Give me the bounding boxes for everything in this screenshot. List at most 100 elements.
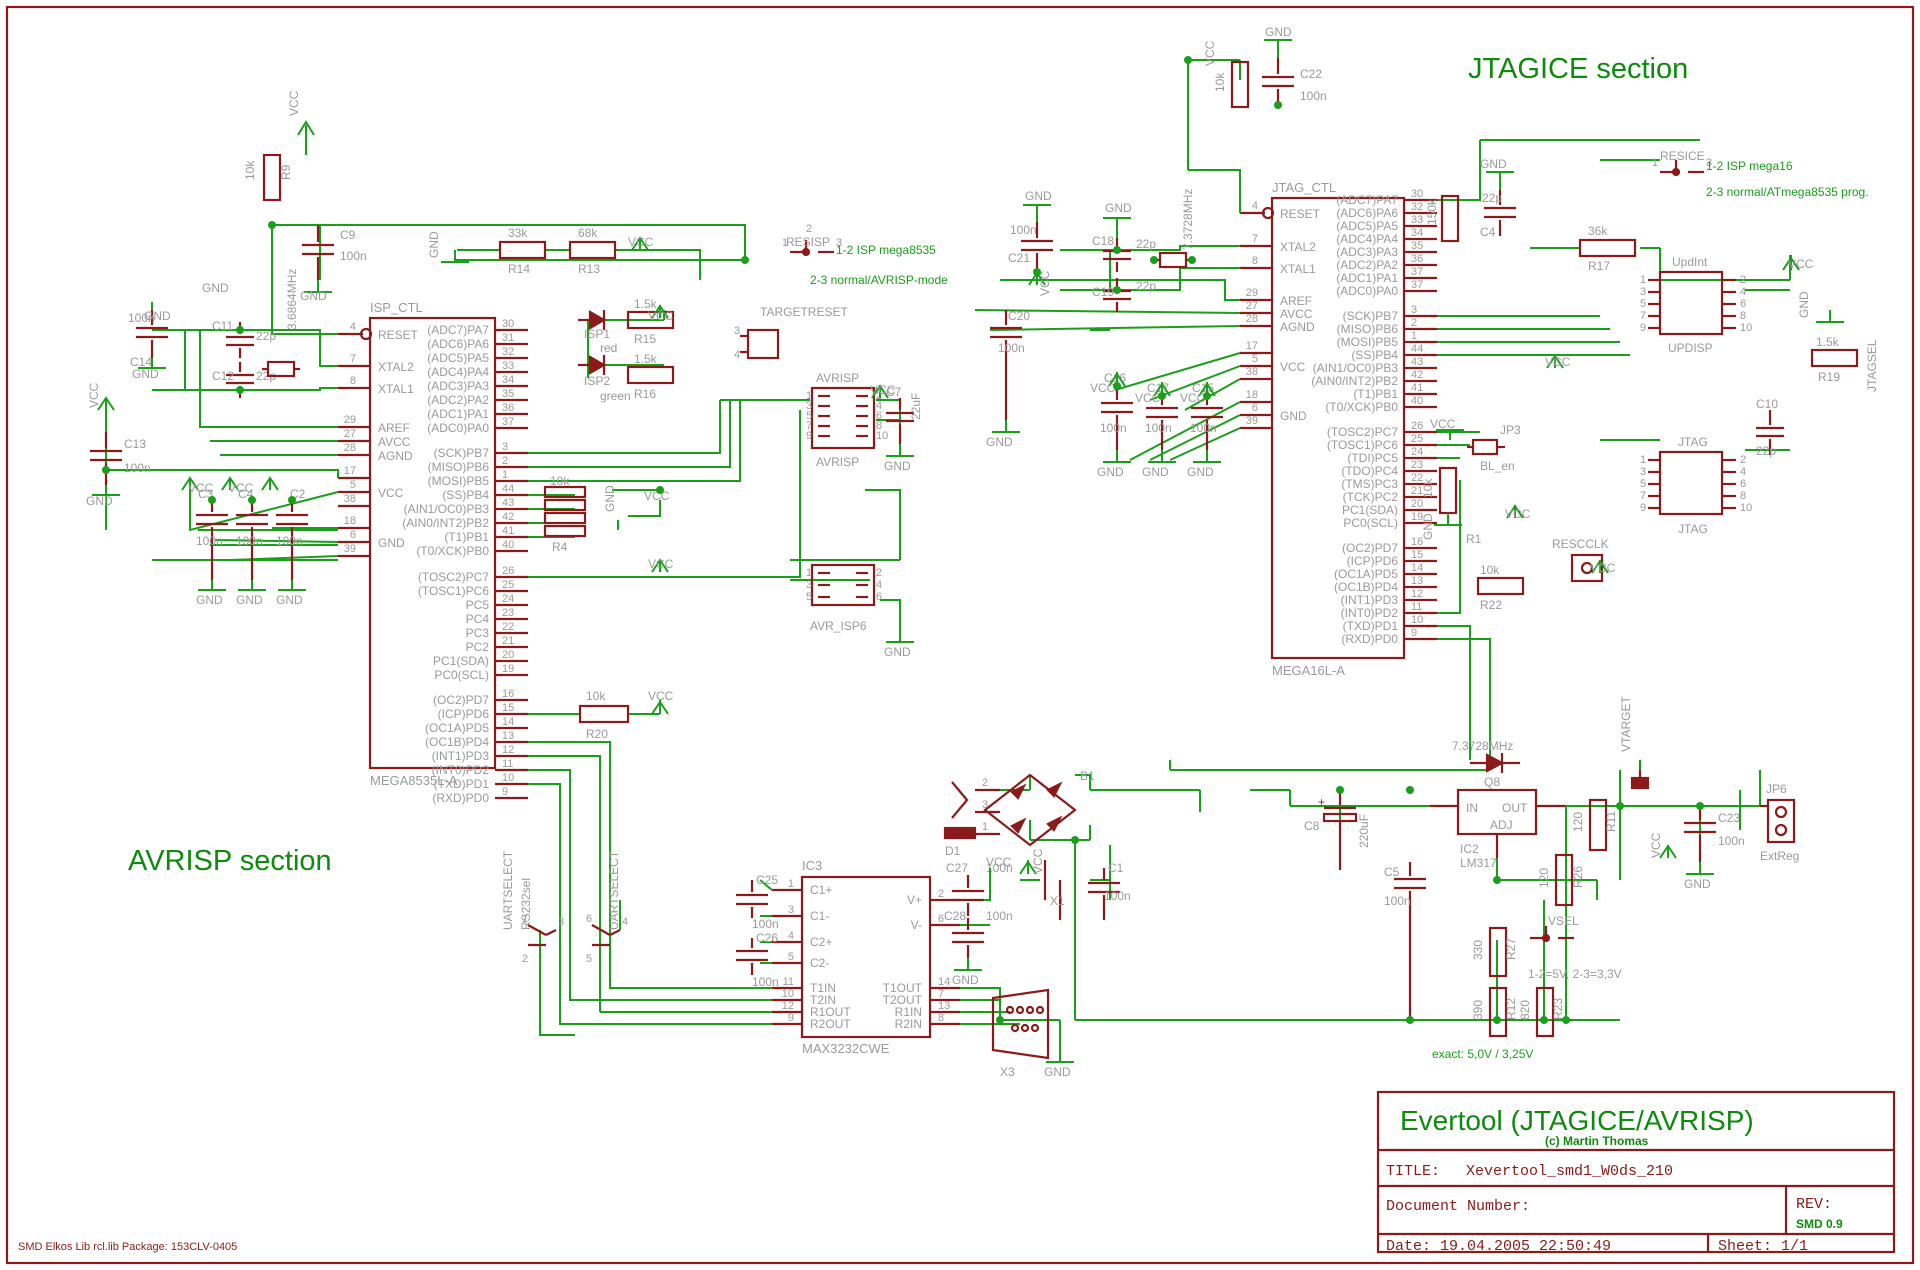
pin-num: 11 (783, 976, 794, 988)
net-label-vcc: VCC (1203, 40, 1217, 66)
titleblock-author: (c) Martin Thomas (1545, 1134, 1649, 1148)
net-label-gnd: GND (1421, 513, 1435, 540)
crystal-q8 (1154, 251, 1192, 269)
svg-text:7: 7 (1640, 310, 1646, 322)
pin-num: 42 (502, 511, 514, 523)
pin-num: 32 (502, 346, 514, 358)
net-label-vcc: VCC (287, 90, 301, 116)
pin-num: 27 (344, 428, 356, 440)
reg-pin-out: OUT (1502, 801, 1528, 815)
pin-num: 34 (1411, 227, 1423, 239)
pin-num: 15 (502, 702, 514, 714)
pin-num: 44 (502, 483, 514, 495)
cap-ref-c9: C9 (340, 228, 356, 242)
pin-num: 40 (502, 539, 514, 551)
cap-val-c9: 100n (340, 249, 367, 263)
res-val-r9: 10k (243, 160, 257, 180)
svg-text:3: 3 (806, 579, 812, 591)
pin-num: 19 (502, 663, 514, 675)
pin-label: AGND (378, 449, 413, 463)
pin-num: 35 (502, 388, 514, 400)
net-label-vcc: VCC (870, 383, 896, 397)
pin-label: (ICP)PD6 (438, 707, 490, 721)
net-label-gnd: GND (1142, 465, 1169, 479)
annotations: RESISP 1-2 ISP mega8535 2-3 normal/AVRIS… (501, 149, 1879, 1061)
pin-num: 9 (788, 1012, 794, 1024)
pin-num: 41 (1411, 382, 1423, 394)
pin-label: C1+ (810, 883, 832, 897)
pin-label: VCC (378, 486, 404, 500)
conn-label-avrisp-top: AVRISP (816, 371, 859, 385)
pin-label: (AIN1/OC0)PB3 (404, 502, 490, 516)
res-val-r11: 120 (1571, 812, 1585, 832)
cap-ref-c5: C5 (1384, 865, 1400, 879)
res-ref-r20: R20 (586, 727, 608, 741)
net-label-gnd: GND (276, 593, 303, 607)
diode-val-d1: 7.3728MHz (1452, 739, 1513, 753)
cap-ref-c23: C23 (1718, 811, 1740, 825)
cap-ref-c18: C18 (1092, 234, 1114, 248)
annotation-uartselect-1: UARTSELECT (501, 850, 515, 930)
res-ref-r13: R13 (578, 262, 600, 276)
ic-mega8535[interactable]: ISP_CTL MEGA8535L-A 4 7 8 29 27 28 17 5 … (338, 300, 528, 805)
pin-num: 43 (502, 497, 514, 509)
pin-num: 20 (502, 649, 514, 661)
cap-val-c4r: 22p (1482, 191, 1502, 205)
net-label-gnd: GND (427, 231, 441, 258)
pin-label: C1- (810, 909, 829, 923)
pin-num: 10 (782, 988, 794, 1000)
net-label-gnd: GND (86, 494, 113, 508)
res-ref-r17: R17 (1588, 259, 1610, 273)
pin-num: 28 (344, 442, 356, 454)
svg-text:6: 6 (876, 591, 882, 603)
net-label-gnd: GND (986, 435, 1013, 449)
resistor-r9 (262, 153, 282, 202)
net-label-gnd: GND (1044, 1065, 1071, 1079)
pin-num: 17 (1246, 340, 1258, 352)
svg-text:10: 10 (1740, 322, 1752, 334)
pin-label: (AIN1/OC0)PB3 (1313, 361, 1399, 375)
pin-label: (ADC0)PA0 (427, 421, 489, 435)
pin-num: 3 (788, 904, 794, 916)
ic-name-max3232: MAX3232CWE (802, 1041, 890, 1056)
svg-text:4: 4 (622, 916, 628, 928)
annotation-isp-1-2: 1-2 ISP mega8535 (836, 243, 936, 257)
cap-ref-c11: C11 (212, 319, 233, 333)
pin-label: C2+ (810, 935, 832, 949)
ic3p-power (1043, 860, 1062, 920)
junctions (102, 56, 1704, 1024)
conn-label-avrisp6: AVR_ISP6 (810, 619, 867, 633)
pin-num: 3 (1411, 304, 1417, 316)
ic-ref-jtag-ctl: JTAG_CTL (1272, 180, 1336, 195)
net-label-vcc: VCC (1031, 848, 1045, 874)
capacitor-c22 (1262, 58, 1294, 105)
cap-val-c26: 100n (752, 975, 779, 989)
pin-label: (INT1)PD3 (432, 749, 490, 763)
pin-num: 12 (502, 744, 514, 756)
svg-text:6: 6 (586, 913, 592, 925)
cap-ref-c10: C10 (1756, 397, 1778, 411)
net-label-gnd: GND (1480, 157, 1507, 171)
cap-val-c25: 100n (752, 917, 779, 931)
res-ref-r1: R1 (1466, 532, 1482, 546)
svg-text:2: 2 (1740, 274, 1746, 286)
svg-text:2: 2 (806, 223, 812, 235)
svg-text:1: 1 (1640, 274, 1646, 286)
net-label-gnd: GND (1684, 877, 1711, 891)
net-label-vcc: VCC (1180, 391, 1206, 405)
ic-max3232[interactable]: IC3 MAX3232CWE C1+1C1-3C2+4C2-5T1IN11T2I… (772, 858, 960, 1056)
pin-label: AREF (378, 421, 410, 435)
net-label-gnd: GND (884, 645, 911, 659)
svg-text:4: 4 (1740, 286, 1746, 298)
pin-label: AGND (1280, 320, 1315, 334)
pin-num: 5 (350, 479, 356, 491)
annotation-ice-1-2: 1-2 ISP mega16 (1706, 159, 1793, 173)
pin-label: (OC1A)PD5 (425, 721, 489, 735)
ic-mega16[interactable]: JTAG_CTL MEGA16L-A 4 7 8 29 27 28 17 5 3… (1240, 180, 1437, 678)
pin-label: (AIN0/INT2)PB2 (402, 516, 489, 530)
pin-num: 18 (344, 515, 356, 527)
pin-label: (ADC0)PA0 (1336, 284, 1398, 298)
cap-ref-c8: C8 (1304, 819, 1320, 833)
led-ref-isp2: ISP2 (584, 374, 610, 388)
annotation-ice-2-3: 2-3 normal/ATmega8535 prog. (1706, 185, 1869, 199)
